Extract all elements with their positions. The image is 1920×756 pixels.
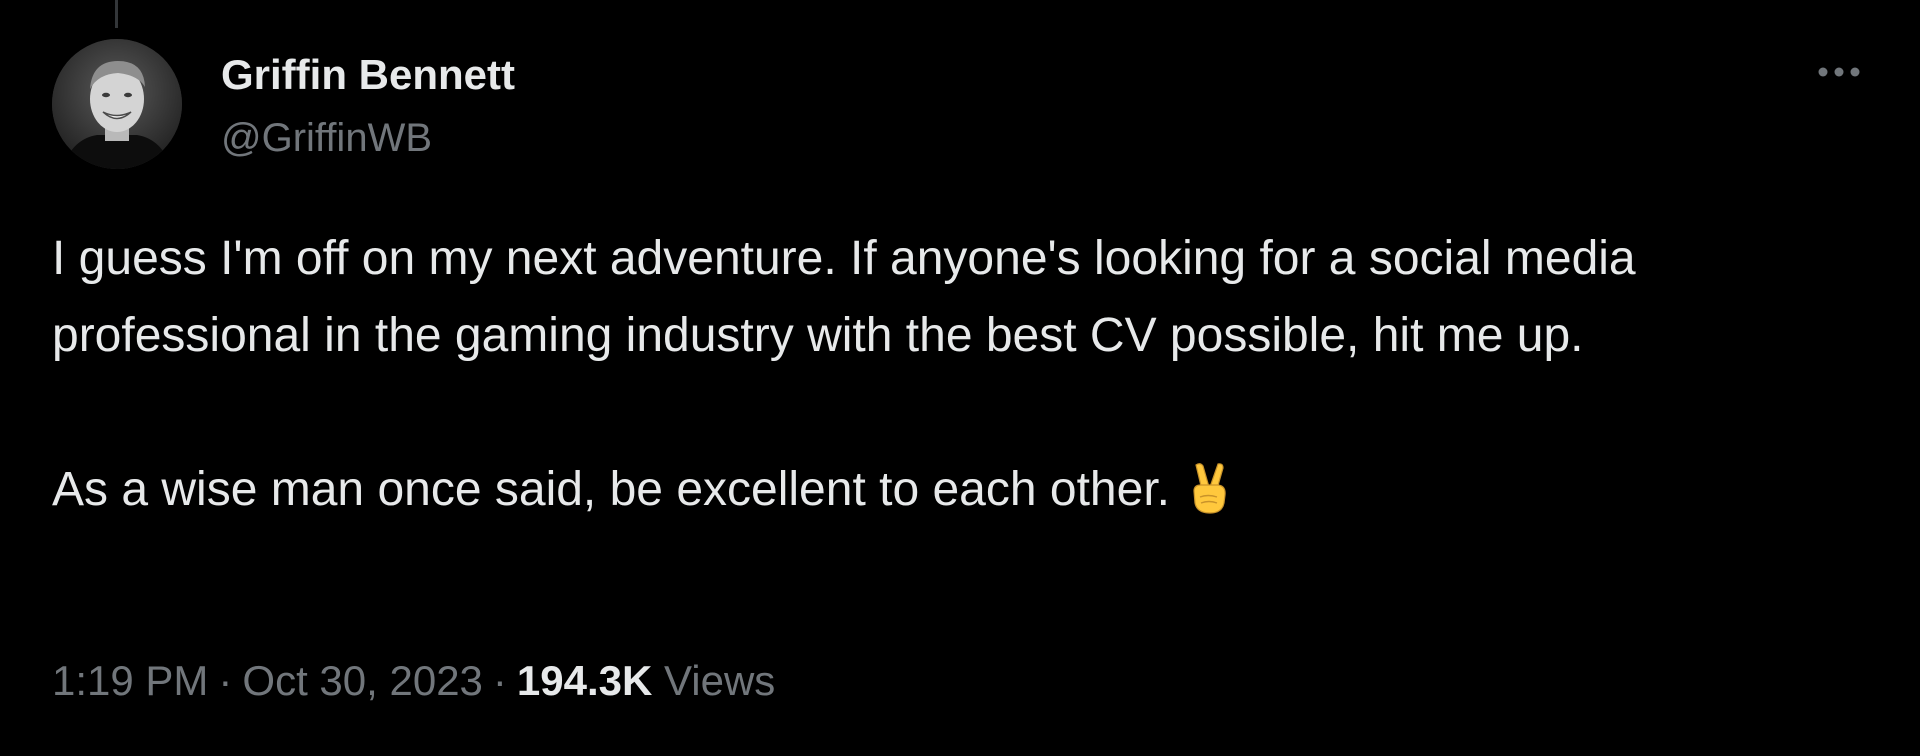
tweet-paragraph: I guess I'm off on my next adventure. If… (52, 232, 1636, 362)
tweet-card: Griffin Bennett @GriffinWB I guess I'm o… (0, 0, 1920, 756)
ellipsis-icon (1818, 67, 1860, 77)
author-handle[interactable]: @GriffinWB (221, 113, 432, 163)
avatar[interactable] (52, 39, 182, 169)
meta-separator: · (218, 657, 233, 704)
tweet-metadata: 1:19 PM · Oct 30, 2023 · 194.3K Views (52, 655, 775, 707)
tweet-time[interactable]: 1:19 PM (52, 657, 208, 704)
author-name[interactable]: Griffin Bennett (221, 50, 515, 100)
tweet-text: I guess I'm off on my next adventure. If… (52, 220, 1852, 538)
more-options-button[interactable] (1808, 52, 1870, 92)
victory-hand-icon (1184, 461, 1232, 538)
tweet-date[interactable]: Oct 30, 2023 (242, 657, 483, 704)
tweet-paragraph-text: As a wise man once said, be excellent to… (52, 463, 1170, 516)
profile-photo-icon (52, 39, 182, 169)
tweet-paragraph: As a wise man once said, be excellent to… (52, 451, 1852, 538)
meta-separator: · (492, 657, 507, 704)
thread-connector-line (115, 0, 118, 28)
views-label: Views (664, 657, 776, 704)
views-count: 194.3K (516, 657, 653, 704)
